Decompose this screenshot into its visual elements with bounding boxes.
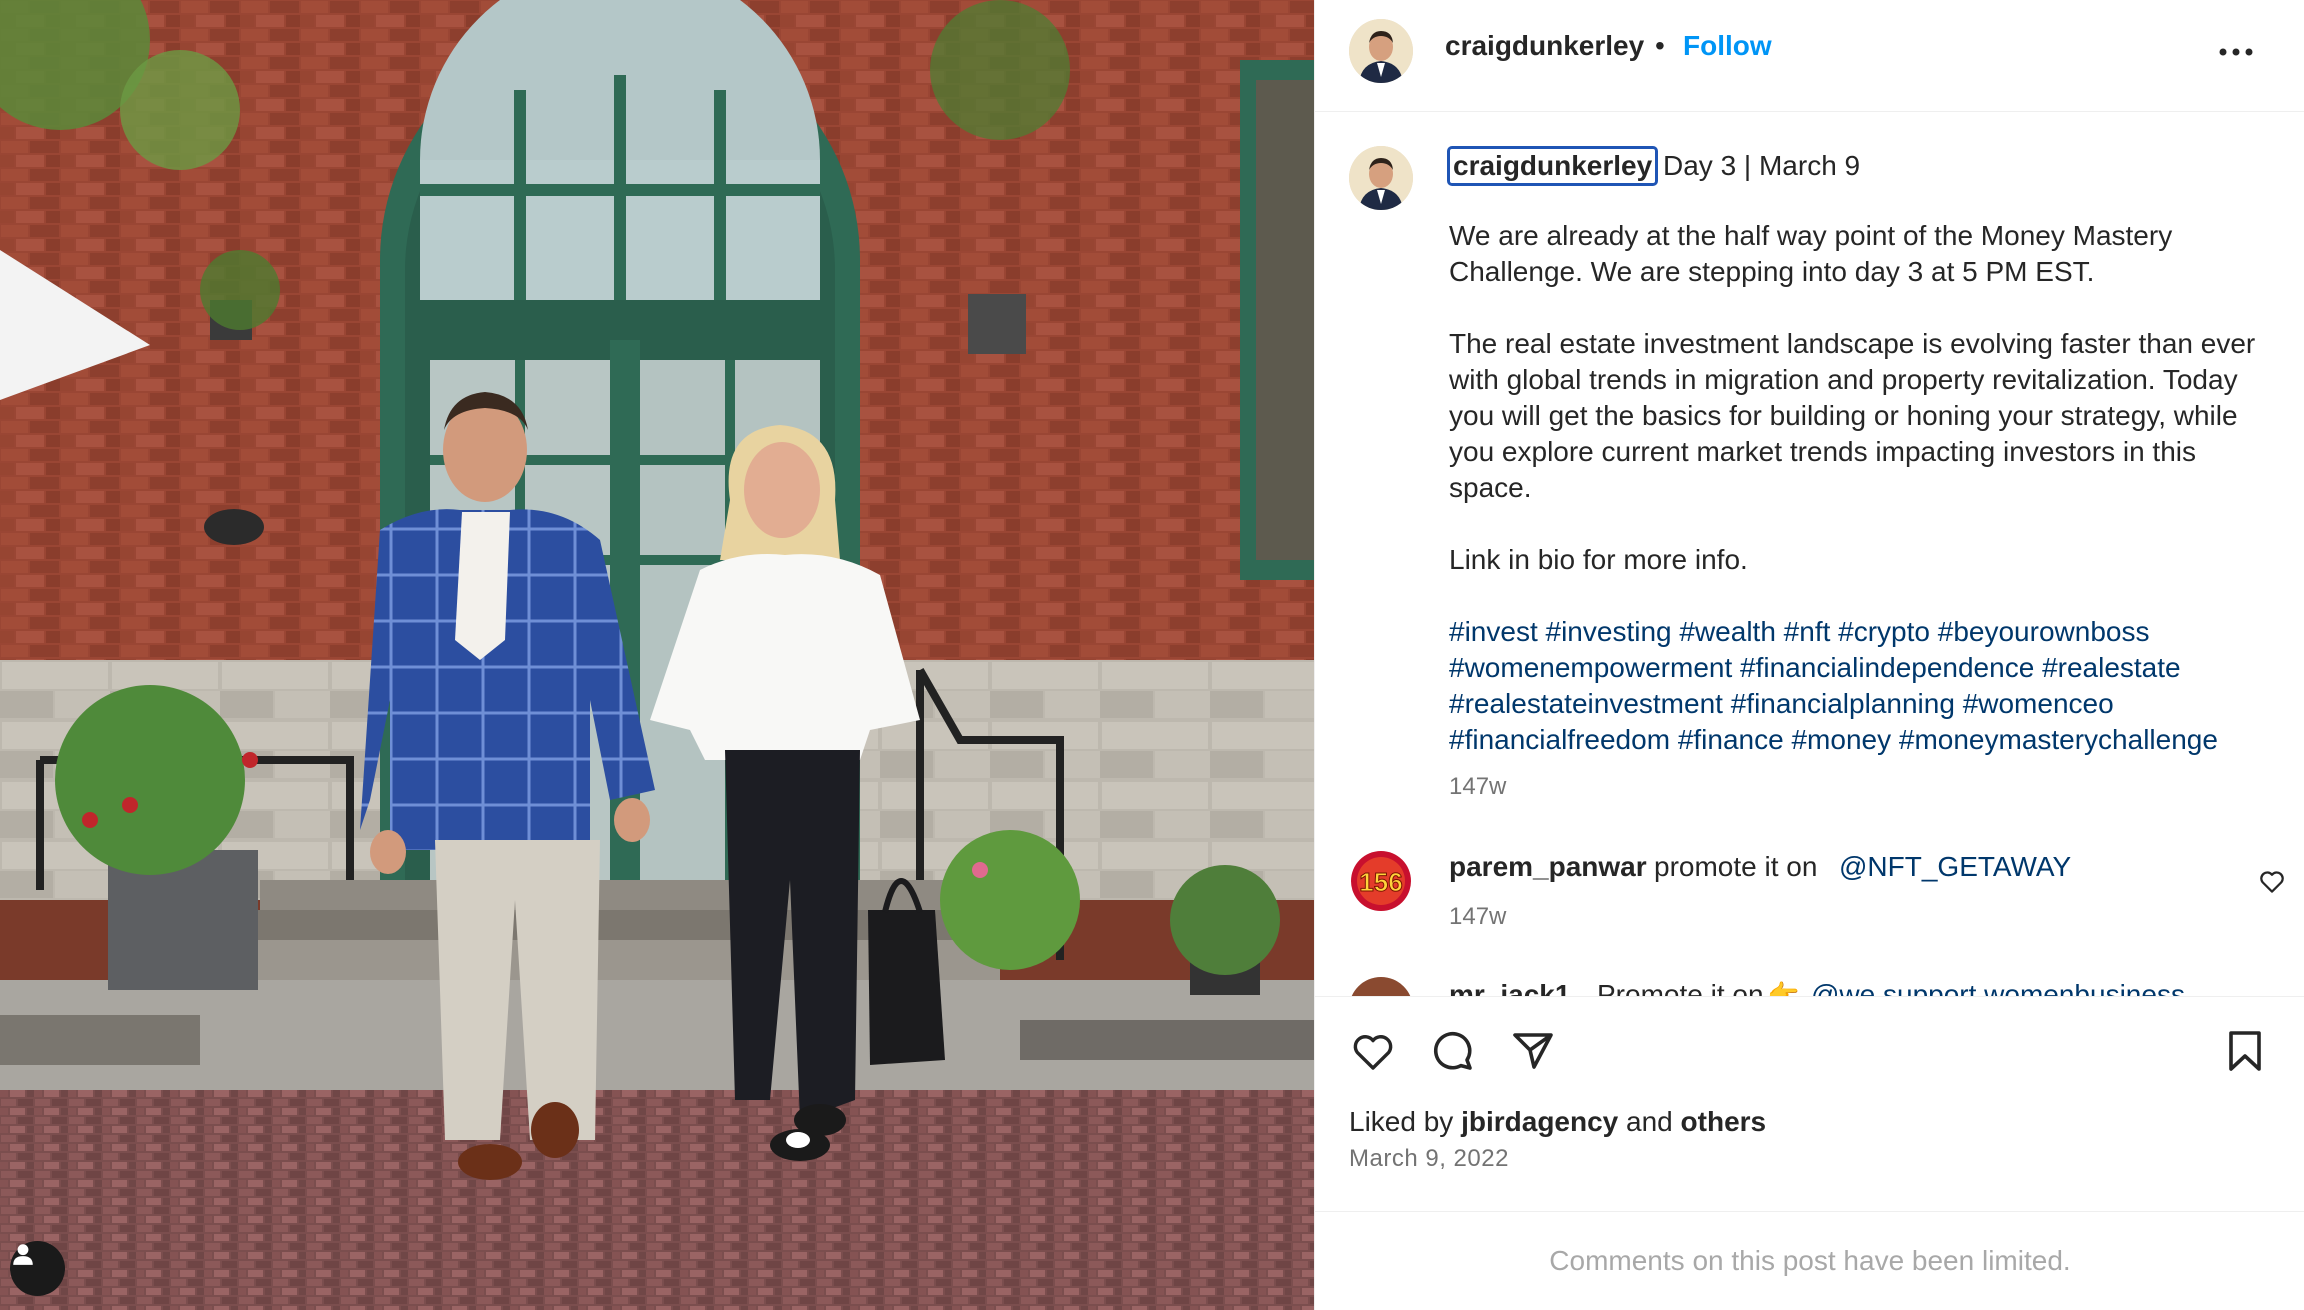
hashtag-link[interactable]: #realestate bbox=[2042, 652, 2181, 683]
avatar-portrait bbox=[1349, 19, 1413, 83]
hashtag-link[interactable]: #money bbox=[1791, 724, 1891, 755]
avatar-badge-graphic: 156 bbox=[1349, 849, 1413, 913]
hashtag-link[interactable]: #finance bbox=[1678, 724, 1784, 755]
photo-scene bbox=[0, 0, 1314, 1310]
avatar-badge-number: 156 bbox=[1359, 867, 1402, 897]
post-side-panel: craigdunkerley • Follow craigdunkerley D… bbox=[1314, 0, 2304, 1310]
user-icon bbox=[13, 1244, 33, 1265]
save-button[interactable] bbox=[2219, 1025, 2271, 1077]
post-action-bar: Liked by jbirdagency and others March 9,… bbox=[1315, 996, 2304, 1211]
hashtag-link[interactable]: #wealth bbox=[1679, 616, 1776, 647]
commenter-username[interactable]: mr_jack1 bbox=[1449, 979, 1570, 996]
comments-list[interactable]: craigdunkerley Day 3 | March 9 We are al… bbox=[1315, 113, 2304, 996]
follow-button[interactable]: Follow bbox=[1683, 30, 1772, 62]
hashtag-list: #invest #investing #wealth #nft #crypto … bbox=[1449, 614, 2269, 758]
hashtag-link[interactable]: #realestateinvestment bbox=[1449, 688, 1723, 719]
heart-icon bbox=[1353, 1035, 1393, 1070]
commenter-username[interactable]: parem_panwar bbox=[1449, 851, 1647, 883]
caption-avatar[interactable] bbox=[1349, 146, 1413, 210]
commenter-avatar[interactable]: 156 bbox=[1349, 849, 1413, 913]
comment-icon bbox=[1433, 1031, 1472, 1070]
author-avatar[interactable] bbox=[1349, 19, 1413, 83]
post-header: craigdunkerley • Follow bbox=[1315, 0, 2304, 112]
comment-text: promote it on bbox=[1654, 851, 1818, 882]
caption-paragraph: The real estate investment landscape is … bbox=[1449, 328, 2256, 503]
hashtag-link[interactable]: #crypto bbox=[1838, 616, 1930, 647]
share-button[interactable] bbox=[1507, 1025, 1559, 1077]
hashtag-link[interactable]: #moneymasterychallenge bbox=[1899, 724, 2218, 755]
heart-icon bbox=[2260, 871, 2284, 893]
likes-summary: Liked by jbirdagency and others bbox=[1349, 1106, 1766, 1138]
liker-username[interactable]: jbirdagency bbox=[1461, 1106, 1618, 1137]
like-button[interactable] bbox=[1347, 1025, 1399, 1077]
comment-button[interactable] bbox=[1427, 1025, 1479, 1077]
caption-body: We are already at the half way point of … bbox=[1449, 218, 2269, 794]
caption-paragraph: Link in bio for more info. bbox=[1449, 544, 1748, 575]
post-date[interactable]: March 9, 2022 bbox=[1349, 1145, 1509, 1173]
likes-prefix: Liked by bbox=[1349, 1106, 1454, 1137]
hashtag-link[interactable]: #invest bbox=[1449, 616, 1538, 647]
hashtag-link[interactable]: #beyourownboss bbox=[1938, 616, 2150, 647]
tagged-users-button[interactable] bbox=[10, 1241, 65, 1296]
comment-mention-link[interactable]: @we.support.womenbusiness bbox=[1811, 979, 2185, 996]
caption-first-line: Day 3 | March 9 bbox=[1663, 150, 1861, 181]
header-separator: • bbox=[1655, 30, 1665, 61]
pointing-emoji: 👉 bbox=[1767, 979, 1800, 996]
hashtag-link[interactable]: #womenempowerment bbox=[1449, 652, 1732, 683]
hashtag-link[interactable]: #investing bbox=[1546, 616, 1672, 647]
bookmark-icon bbox=[2229, 1031, 2261, 1071]
likes-others-link[interactable]: others bbox=[1681, 1106, 1767, 1137]
comment-mention-link[interactable]: @NFT_GETAWAY bbox=[1839, 851, 2071, 883]
post-photo[interactable] bbox=[0, 0, 1314, 1310]
hashtag-link[interactable]: #financialindependence bbox=[1740, 652, 2034, 683]
comment-like-button[interactable] bbox=[2257, 866, 2287, 896]
more-horizontal-icon bbox=[2219, 48, 2253, 56]
hashtag-link[interactable]: #nft bbox=[1784, 616, 1831, 647]
more-options-button[interactable] bbox=[2211, 34, 2261, 70]
commenter-avatar[interactable] bbox=[1349, 977, 1413, 996]
header-username[interactable]: craigdunkerley bbox=[1445, 30, 1644, 62]
hashtag-link[interactable]: #womenceo bbox=[1963, 688, 2114, 719]
caption-paragraph: We are already at the half way point of … bbox=[1449, 220, 2173, 287]
send-icon bbox=[1513, 1033, 1553, 1069]
avatar-portrait bbox=[1349, 146, 1413, 210]
caption-timestamp[interactable]: 147w bbox=[1449, 773, 1506, 801]
likes-joiner: and bbox=[1626, 1106, 1673, 1137]
comment-timestamp[interactable]: 147w bbox=[1449, 903, 1506, 931]
hashtag-link[interactable]: #financialfreedom bbox=[1449, 724, 1670, 755]
comment-text: Promote it on bbox=[1597, 979, 1764, 996]
hashtag-link[interactable]: #financialplanning bbox=[1731, 688, 1955, 719]
comments-limited-notice: Comments on this post have been limited. bbox=[1315, 1211, 2304, 1310]
caption-username-link[interactable]: craigdunkerley bbox=[1447, 146, 1659, 186]
